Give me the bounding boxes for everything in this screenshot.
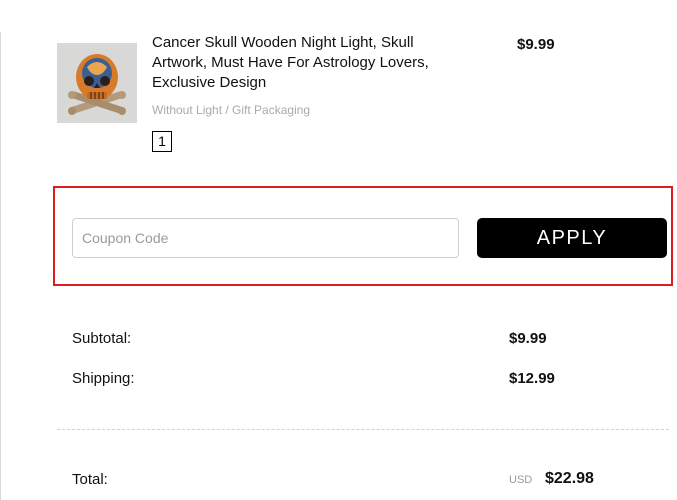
product-variant: Without Light / Gift Packaging (152, 103, 311, 117)
total-label: Total: (72, 471, 108, 488)
left-border (0, 32, 1, 500)
currency-code: USD (509, 474, 533, 486)
subtotal-value: $9.99 (509, 330, 547, 347)
product-price: $9.99 (517, 36, 555, 53)
total-value: $22.98 (545, 470, 594, 487)
coupon-code-input[interactable] (72, 218, 459, 258)
apply-coupon-button[interactable]: APPLY (477, 218, 667, 258)
product-title[interactable]: Cancer Skull Wooden Night Light, Skull A… (152, 33, 452, 93)
quantity-box[interactable]: 1 (152, 131, 172, 152)
skull-artwork-icon (57, 43, 137, 123)
product-thumbnail[interactable] (57, 43, 137, 123)
shipping-label: Shipping: (72, 370, 135, 387)
summary-divider (57, 429, 669, 430)
shipping-value: $12.99 (509, 370, 555, 387)
subtotal-label: Subtotal: (72, 330, 132, 347)
